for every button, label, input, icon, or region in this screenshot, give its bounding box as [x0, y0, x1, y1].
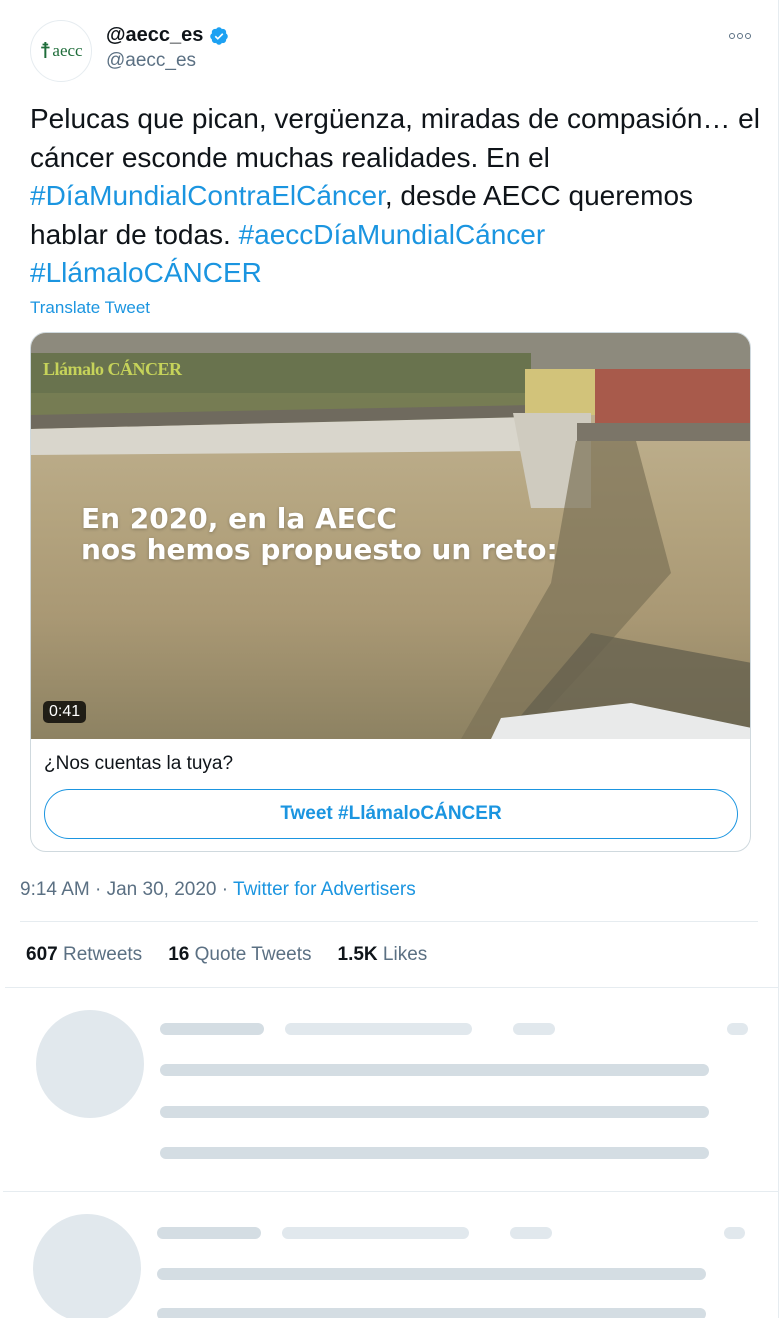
- quote-tweets-count: 16: [168, 944, 190, 965]
- engagement-stats: 607 Retweets 16 Quote Tweets 1.5K Likes: [26, 944, 427, 966]
- translate-tweet-link[interactable]: Translate Tweet: [30, 298, 150, 318]
- divider: [3, 1191, 778, 1192]
- likes-label: Likes: [382, 944, 428, 965]
- tweet-source-link[interactable]: Twitter for Advertisers: [233, 879, 416, 900]
- video-watermark: Llámalo CÁNCER: [43, 359, 182, 379]
- more-options-icon[interactable]: [726, 28, 754, 44]
- placeholder-line: [282, 1227, 469, 1239]
- placeholder-line: [160, 1147, 709, 1159]
- placeholder-line: [160, 1064, 709, 1076]
- placeholder-avatar: [33, 1214, 141, 1318]
- tweet-hashtag-button[interactable]: Tweet #LlámaloCÁNCER: [44, 789, 738, 839]
- placeholder-line: [160, 1106, 709, 1118]
- placeholder-line: [510, 1227, 552, 1239]
- divider: [20, 921, 758, 922]
- avatar[interactable]: ☨ aecc: [30, 20, 92, 82]
- tweet-metadata: 9:14 AM · Jan 30, 2020 · Twitter for Adv…: [20, 879, 416, 901]
- retweets-count: 607: [26, 944, 58, 965]
- retweets-label: Retweets: [62, 944, 143, 965]
- video-card[interactable]: Llámalo CÁNCER En 2020, en la AECC nos h…: [30, 332, 751, 852]
- video-overlay-line: nos hemos propuesto un reto:: [81, 533, 558, 566]
- right-border: [778, 0, 779, 1318]
- placeholder-line: [285, 1023, 472, 1035]
- quote-tweets-stat[interactable]: 16 Quote Tweets: [168, 944, 311, 966]
- verified-badge-icon: [210, 26, 229, 45]
- tweet-time[interactable]: 9:14 AM: [20, 879, 90, 900]
- video-player[interactable]: Llámalo CÁNCER En 2020, en la AECC nos h…: [31, 333, 750, 739]
- card-caption: ¿Nos cuentas la tuya?: [44, 753, 234, 774]
- placeholder-line: [157, 1268, 706, 1280]
- placeholder-line: [157, 1227, 261, 1239]
- placeholder-avatar: [36, 1010, 144, 1118]
- placeholder-line: [160, 1023, 264, 1035]
- hashtag-link[interactable]: #DíaMundialContraElCáncer: [30, 180, 385, 211]
- retweets-stat[interactable]: 607 Retweets: [26, 944, 142, 966]
- author-name-row[interactable]: @aecc_es: [106, 24, 229, 47]
- video-overlay-line: En 2020, en la AECC: [81, 502, 397, 535]
- placeholder-line: [157, 1308, 706, 1318]
- likes-stat[interactable]: 1.5K Likes: [338, 944, 428, 966]
- hashtag-link[interactable]: #aeccDíaMundialCáncer: [239, 219, 546, 250]
- avatar-logo-text: aecc: [52, 41, 83, 60]
- meta-separator: ·: [95, 879, 102, 900]
- tweet-text-segment: Pelucas que pican, vergüenza, miradas de…: [30, 103, 760, 173]
- quote-tweets-label: Quote Tweets: [194, 944, 312, 965]
- tweet-text: Pelucas que pican, vergüenza, miradas de…: [30, 100, 760, 293]
- placeholder-line: [513, 1023, 555, 1035]
- author-handle[interactable]: @aecc_es: [106, 50, 196, 72]
- placeholder-line: [724, 1227, 745, 1239]
- video-duration-badge: 0:41: [43, 701, 87, 723]
- divider: [5, 987, 778, 988]
- likes-count: 1.5K: [337, 944, 378, 965]
- tweet-date[interactable]: Jan 30, 2020: [107, 879, 217, 900]
- placeholder-line: [727, 1023, 748, 1035]
- video-overlay-text: En 2020, en la AECC nos hemos propuesto …: [81, 503, 558, 565]
- cross-logo-icon: ☨: [39, 38, 52, 64]
- display-name[interactable]: @aecc_es: [106, 24, 203, 47]
- meta-separator: ·: [221, 879, 229, 900]
- hashtag-link[interactable]: #LlámaloCÁNCER: [30, 257, 262, 288]
